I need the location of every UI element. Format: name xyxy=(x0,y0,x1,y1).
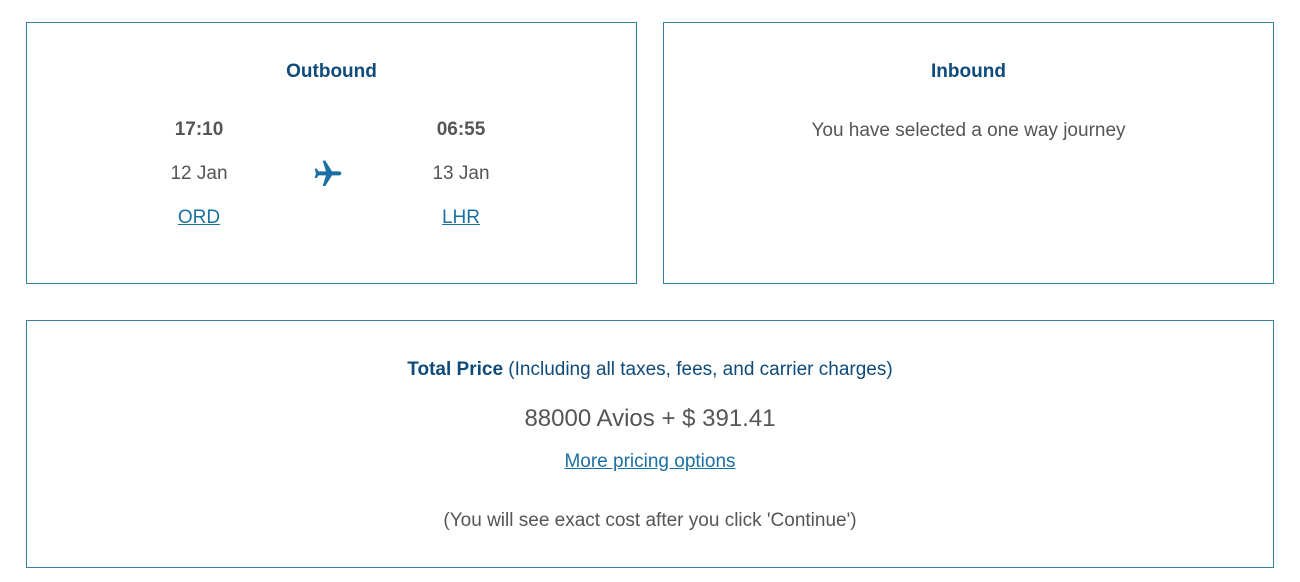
arrival-airport-link[interactable]: LHR xyxy=(442,207,480,228)
outbound-card: Outbound 17:10 12 Jan ORD 06:55 13 Jan L… xyxy=(26,22,637,284)
departure-date: 12 Jan xyxy=(170,163,228,184)
more-pricing-options-link[interactable]: More pricing options xyxy=(564,451,735,472)
price-amount: 88000 Avios + $ 391.41 xyxy=(524,405,776,432)
price-heading: Total Price (Including all taxes, fees, … xyxy=(27,359,1273,381)
departure-column: 17:10 12 Jan ORD xyxy=(119,118,279,230)
price-inclusion-note: (Including all taxes, fees, and carrier … xyxy=(508,359,893,380)
inbound-card: Inbound You have selected a one way jour… xyxy=(663,22,1274,284)
arrival-column: 06:55 13 Jan LHR xyxy=(381,118,541,230)
arrival-time: 06:55 xyxy=(436,119,486,140)
departure-airport-link[interactable]: ORD xyxy=(178,207,220,228)
outbound-title: Outbound xyxy=(286,61,377,82)
inbound-title: Inbound xyxy=(931,61,1006,82)
one-way-message: You have selected a one way journey xyxy=(811,120,1126,141)
total-price-label: Total Price xyxy=(407,359,504,380)
arrival-date: 13 Jan xyxy=(432,163,490,184)
departure-time: 17:10 xyxy=(174,119,224,140)
exact-cost-footnote: (You will see exact cost after you click… xyxy=(443,510,857,531)
airplane-icon xyxy=(314,160,342,186)
total-price-card: Total Price (Including all taxes, fees, … xyxy=(26,320,1274,568)
